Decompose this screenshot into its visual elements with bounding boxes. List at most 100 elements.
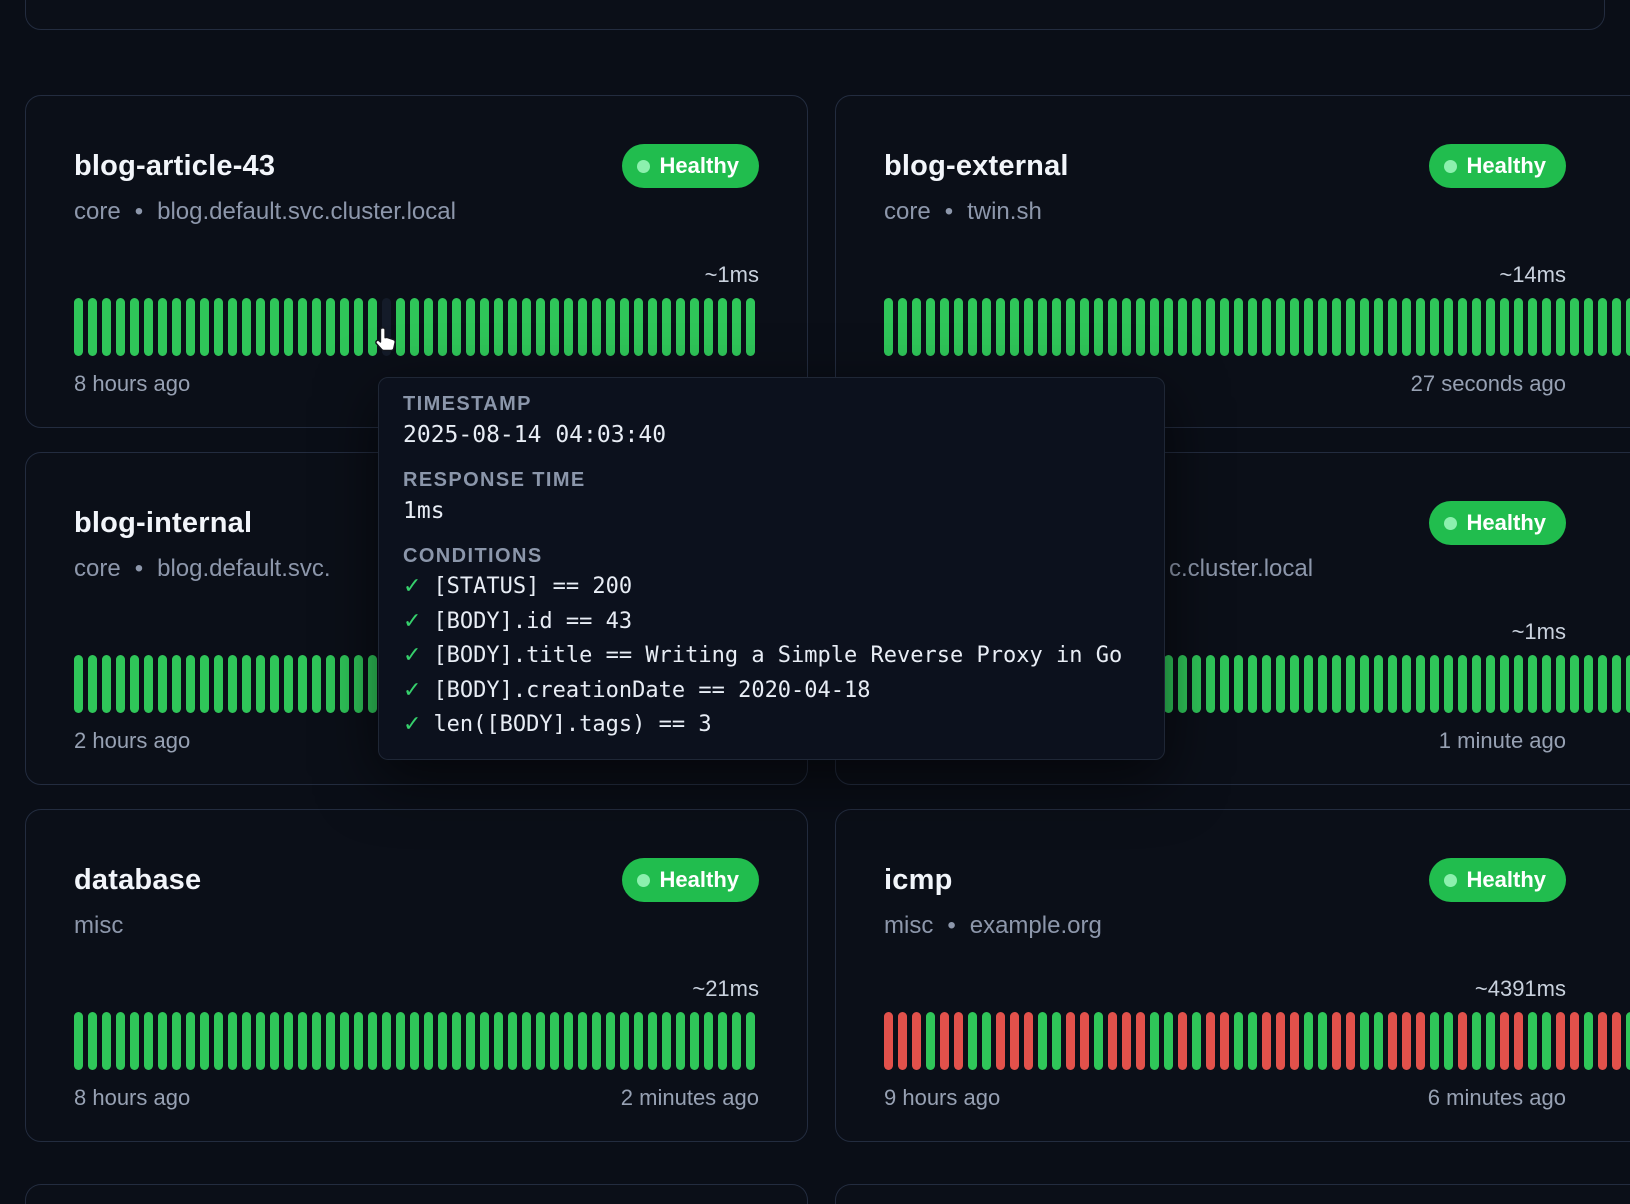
- uptime-bar-segment[interactable]: [1108, 1012, 1117, 1070]
- uptime-bar-segment[interactable]: [256, 655, 265, 713]
- uptime-bar-segment[interactable]: [1528, 1012, 1537, 1070]
- uptime-bar-segment[interactable]: [1570, 655, 1579, 713]
- uptime-bar-segment[interactable]: [1472, 1012, 1481, 1070]
- uptime-bar-segment[interactable]: [354, 298, 363, 356]
- uptime-bar-segment[interactable]: [522, 298, 531, 356]
- uptime-bar-segment[interactable]: [1038, 1012, 1047, 1070]
- uptime-bar-segment[interactable]: [1178, 1012, 1187, 1070]
- uptime-bar-segment[interactable]: [158, 298, 167, 356]
- uptime-bar-segment[interactable]: [1276, 1012, 1285, 1070]
- uptime-bar-segment[interactable]: [200, 1012, 209, 1070]
- uptime-bar-segment[interactable]: [968, 1012, 977, 1070]
- uptime-bar-segment[interactable]: [1444, 1012, 1453, 1070]
- uptime-bar-segment[interactable]: [1626, 655, 1630, 713]
- uptime-bar-segment[interactable]: [480, 298, 489, 356]
- uptime-bar-segment[interactable]: [1500, 1012, 1509, 1070]
- uptime-bar-segment[interactable]: [648, 1012, 657, 1070]
- uptime-bar-segment[interactable]: [1458, 1012, 1467, 1070]
- uptime-bar-segment[interactable]: [1514, 655, 1523, 713]
- uptime-bar-segment[interactable]: [1150, 1012, 1159, 1070]
- uptime-bar-segment[interactable]: [1220, 298, 1229, 356]
- uptime-bar-segment[interactable]: [242, 655, 251, 713]
- uptime-bar-segment[interactable]: [1500, 655, 1509, 713]
- uptime-bar-segment[interactable]: [368, 298, 377, 356]
- uptime-bar-segment[interactable]: [256, 298, 265, 356]
- uptime-bar-segment[interactable]: [926, 298, 935, 356]
- uptime-bar-segment[interactable]: [1038, 298, 1047, 356]
- uptime-bar-segment[interactable]: [1052, 298, 1061, 356]
- uptime-bar-segment[interactable]: [1332, 655, 1341, 713]
- uptime-bar-segment[interactable]: [536, 1012, 545, 1070]
- uptime-bar-segment[interactable]: [690, 1012, 699, 1070]
- uptime-bar-segment[interactable]: [1276, 655, 1285, 713]
- uptime-bar-segment[interactable]: [438, 1012, 447, 1070]
- uptime-bar-segment[interactable]: [1206, 1012, 1215, 1070]
- uptime-bar-segment[interactable]: [396, 1012, 405, 1070]
- uptime-bar-segment[interactable]: [1486, 1012, 1495, 1070]
- uptime-bar-segment[interactable]: [1318, 655, 1327, 713]
- uptime-bar-segment[interactable]: [690, 298, 699, 356]
- uptime-bar-segment[interactable]: [466, 298, 475, 356]
- uptime-bar-segment[interactable]: [452, 1012, 461, 1070]
- uptime-bar-segment[interactable]: [1262, 1012, 1271, 1070]
- uptime-bar-segment[interactable]: [242, 1012, 251, 1070]
- uptime-bar-segment[interactable]: [116, 655, 125, 713]
- uptime-bar-segment[interactable]: [340, 655, 349, 713]
- uptime-bar-segment[interactable]: [284, 298, 293, 356]
- uptime-bar-segment[interactable]: [648, 298, 657, 356]
- uptime-bar-segment[interactable]: [88, 298, 97, 356]
- uptime-bar-segment[interactable]: [298, 655, 307, 713]
- uptime-bar-segment[interactable]: [940, 1012, 949, 1070]
- uptime-bar-segment[interactable]: [1542, 1012, 1551, 1070]
- uptime-bar-segment[interactable]: [158, 655, 167, 713]
- uptime-bar-segment[interactable]: [1052, 1012, 1061, 1070]
- uptime-bar-segment[interactable]: [1122, 298, 1131, 356]
- uptime-bar-segment[interactable]: [1584, 655, 1593, 713]
- uptime-bar-segment[interactable]: [1178, 298, 1187, 356]
- uptime-bar-segment[interactable]: [354, 1012, 363, 1070]
- uptime-bar-segment[interactable]: [1430, 298, 1439, 356]
- uptime-bar-segment[interactable]: [1290, 1012, 1299, 1070]
- uptime-bar-segment[interactable]: [1416, 1012, 1425, 1070]
- uptime-bar-segment[interactable]: [256, 1012, 265, 1070]
- uptime-bar-segment[interactable]: [718, 298, 727, 356]
- uptime-bar-segment[interactable]: [1164, 1012, 1173, 1070]
- uptime-bar-segment[interactable]: [480, 1012, 489, 1070]
- uptime-bar-segment[interactable]: [1318, 1012, 1327, 1070]
- uptime-bar-segment[interactable]: [396, 298, 405, 356]
- uptime-bar-segment[interactable]: [214, 655, 223, 713]
- uptime-bar-segment[interactable]: [1066, 298, 1075, 356]
- uptime-bar-segment[interactable]: [662, 298, 671, 356]
- uptime-bar-segment[interactable]: [718, 1012, 727, 1070]
- uptime-bar-segment[interactable]: [1486, 298, 1495, 356]
- uptime-bar-segment[interactable]: [1458, 655, 1467, 713]
- uptime-bar-segment[interactable]: [1164, 298, 1173, 356]
- uptime-bar-segment[interactable]: [1192, 655, 1201, 713]
- uptime-bar-segment[interactable]: [228, 655, 237, 713]
- uptime-bar-segment[interactable]: [732, 1012, 741, 1070]
- uptime-bar-segment[interactable]: [1486, 655, 1495, 713]
- uptime-bar-segment[interactable]: [704, 298, 713, 356]
- uptime-bar-segment[interactable]: [884, 298, 893, 356]
- uptime-bar-segment[interactable]: [1584, 298, 1593, 356]
- uptime-bar-segment[interactable]: [1346, 655, 1355, 713]
- uptime-bar-segment[interactable]: [144, 1012, 153, 1070]
- uptime-bar-segment[interactable]: [1528, 655, 1537, 713]
- uptime-bar-segment[interactable]: [1332, 1012, 1341, 1070]
- uptime-bar-segment[interactable]: [1598, 1012, 1607, 1070]
- uptime-bar-segment[interactable]: [494, 298, 503, 356]
- uptime-bar-segment[interactable]: [424, 298, 433, 356]
- uptime-bar-segment[interactable]: [410, 1012, 419, 1070]
- uptime-bar-segment[interactable]: [1346, 298, 1355, 356]
- uptime-bar-segment[interactable]: [1234, 1012, 1243, 1070]
- uptime-bar-segment[interactable]: [1444, 655, 1453, 713]
- uptime-bar-segment[interactable]: [130, 655, 139, 713]
- uptime-bar-segment[interactable]: [1402, 1012, 1411, 1070]
- uptime-bar-segment[interactable]: [1206, 655, 1215, 713]
- uptime-bar-segment[interactable]: [242, 298, 251, 356]
- uptime-bar-segment[interactable]: [312, 655, 321, 713]
- uptime-bar-segment[interactable]: [1304, 1012, 1313, 1070]
- uptime-bar-segment[interactable]: [1220, 655, 1229, 713]
- uptime-bar-segment[interactable]: [88, 1012, 97, 1070]
- uptime-bar-segment[interactable]: [634, 298, 643, 356]
